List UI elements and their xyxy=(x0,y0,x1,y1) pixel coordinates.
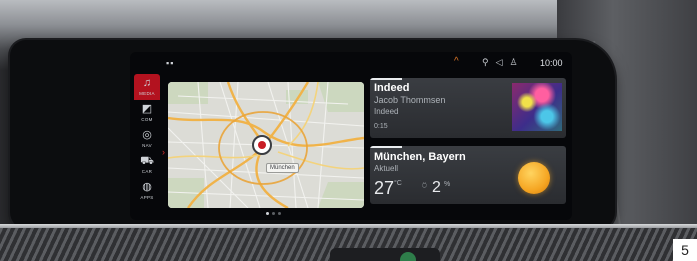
rail-item-label: COM xyxy=(141,117,153,122)
status-bar: ▪▪ ^ ⚲ ◁ ♙ 10:00 xyxy=(130,52,572,76)
apps-icon: ◍ xyxy=(142,181,152,193)
track-album: Indeed xyxy=(374,107,399,116)
page-dot xyxy=(272,212,275,215)
card-accent xyxy=(370,78,402,80)
current-location-marker[interactable] xyxy=(252,135,272,155)
phone-icon: ◩ xyxy=(141,103,153,115)
track-artist: Jacob Thommsen xyxy=(374,95,446,105)
car-icon: ⛟ xyxy=(140,155,154,167)
page-dot xyxy=(266,212,269,215)
weather-city: München, Bayern xyxy=(374,151,466,163)
vent-knob xyxy=(400,252,416,261)
compass-icon: ◎ xyxy=(142,129,152,141)
rail-item-nav[interactable]: ◎ NAV xyxy=(134,126,160,152)
weather-card[interactable]: München, Bayern Aktuell 27 °C ⍥ 2 % xyxy=(370,146,566,204)
track-time: 0:15 xyxy=(374,123,388,130)
map-city-label: München xyxy=(266,163,299,173)
map-widget[interactable]: München xyxy=(168,82,364,208)
status-icons: ⚲ ◁ ♙ xyxy=(482,57,518,68)
sun-icon xyxy=(518,162,550,194)
media-card[interactable]: Indeed Jacob Thommsen Indeed 0:15 xyxy=(370,78,566,138)
rail-item-label: CAR xyxy=(141,169,153,174)
temperature-unit: °C xyxy=(394,180,402,187)
temperature-value: 27 xyxy=(374,178,395,198)
page-indicator xyxy=(266,212,281,215)
rail-item-label: MEDIA xyxy=(139,91,155,96)
location-dot xyxy=(258,141,266,149)
clock: 10:00 xyxy=(540,58,563,68)
track-title: Indeed xyxy=(374,82,410,94)
rail-item-car[interactable]: ⛟ CAR xyxy=(134,152,160,178)
rail-item-media[interactable]: ♫ MEDIA xyxy=(134,74,160,100)
center-vent xyxy=(330,248,440,261)
album-art xyxy=(512,83,562,131)
rain-drop-icon: ⍥ xyxy=(422,181,427,190)
notification-icon[interactable]: ^ xyxy=(454,56,459,67)
rail-item-apps[interactable]: ◍ APPS xyxy=(134,178,160,204)
page-number: 5 xyxy=(673,239,697,261)
card-accent xyxy=(370,146,402,148)
volume-icon[interactable]: ◁ xyxy=(496,57,503,68)
weather-subtitle: Aktuell xyxy=(374,164,399,173)
main-menu-rail: ♫ MEDIA ◩ COM ◎ NAV ⛟ CAR ◍ APPS xyxy=(134,74,160,210)
music-note-icon: ♫ xyxy=(142,77,152,89)
chevron-right-icon[interactable]: › xyxy=(162,147,165,157)
signal-icon: ⚲ xyxy=(482,57,489,67)
infotainment-screen: ▪▪ ^ ⚲ ◁ ♙ 10:00 ♫ MEDIA ◩ COM ◎ NAV ⛟ C… xyxy=(130,52,572,220)
precipitation-value: 2 xyxy=(432,179,441,196)
rail-item-label: NAV xyxy=(142,143,152,148)
menu-grid-icon[interactable]: ▪▪ xyxy=(166,58,174,68)
precipitation-unit: % xyxy=(444,181,451,188)
page-dot xyxy=(278,212,281,215)
user-icon[interactable]: ♙ xyxy=(510,57,518,68)
rail-item-label: APPS xyxy=(140,195,154,200)
rail-item-com[interactable]: ◩ COM xyxy=(134,100,160,126)
